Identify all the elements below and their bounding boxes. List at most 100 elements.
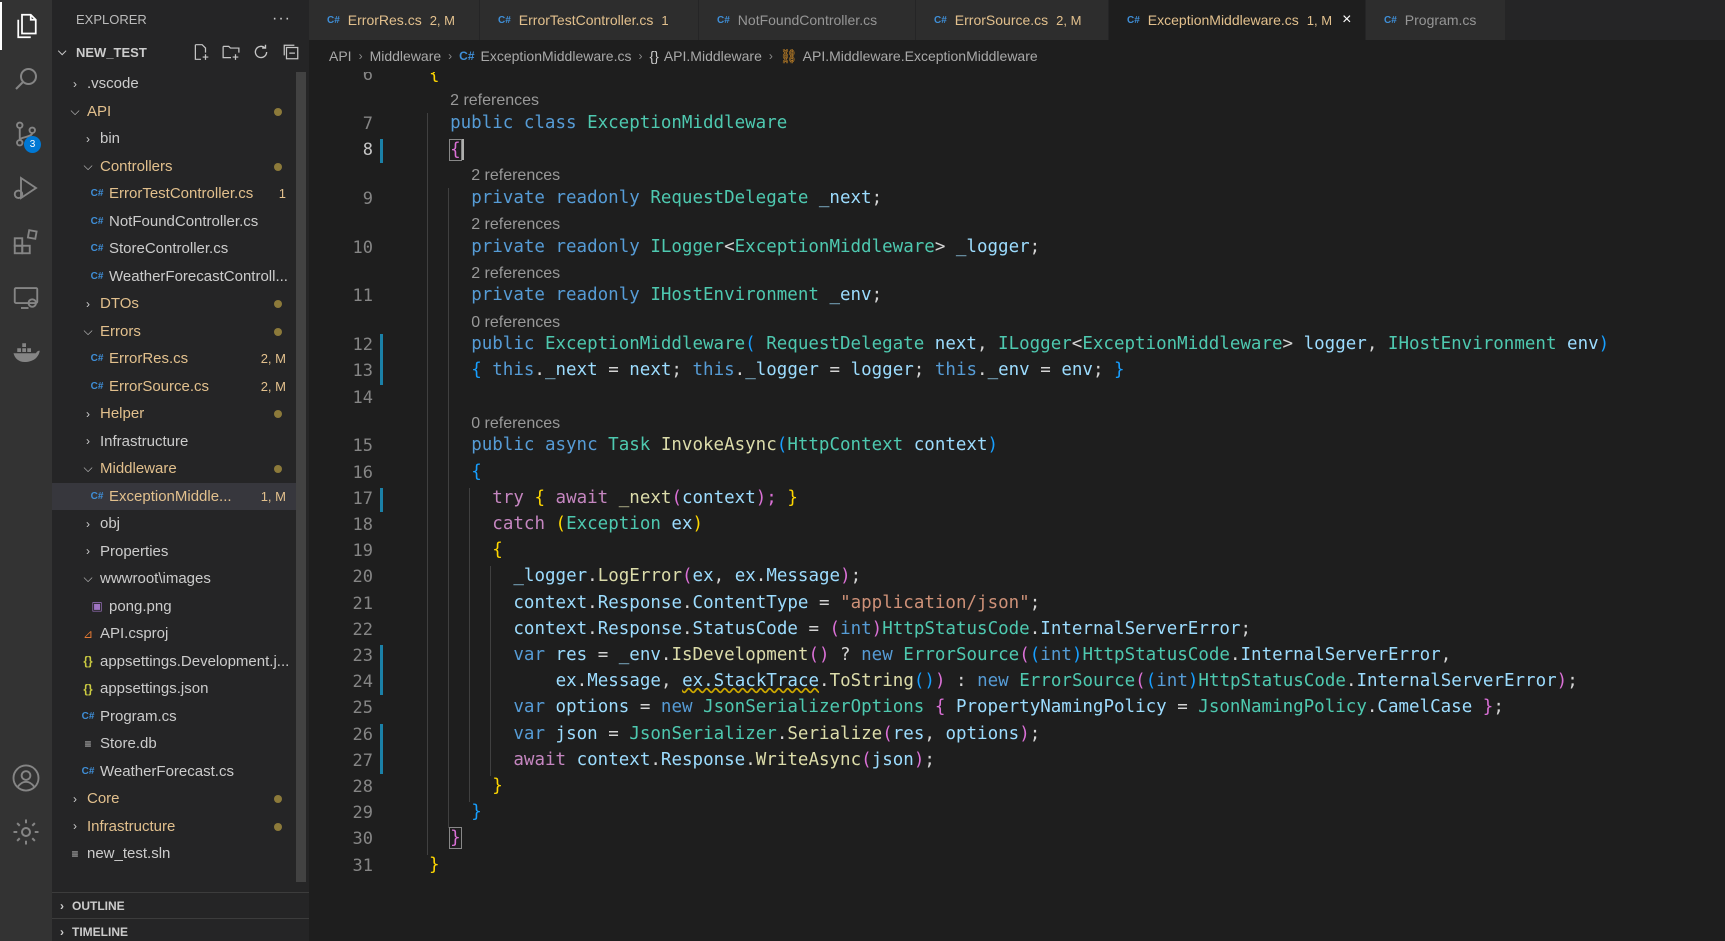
- code-line[interactable]: {: [449, 138, 464, 161]
- extensions-icon[interactable]: [0, 218, 52, 266]
- tab-label: NotFoundController.cs: [737, 12, 878, 28]
- code-line[interactable]: }: [471, 802, 482, 822]
- tab-errortestcontroller-cs[interactable]: C# ErrorTestController.cs 1: [480, 0, 699, 40]
- files-icon[interactable]: [0, 2, 52, 50]
- tab-exceptionmiddleware-cs[interactable]: C# ExceptionMiddleware.cs 1, M ×: [1109, 0, 1366, 40]
- tree-file[interactable]: C# ErrorRes.cs 2, M: [52, 345, 300, 373]
- code-line[interactable]: catch (Exception ex): [492, 514, 703, 534]
- code-line[interactable]: context.Response.StatusCode = (int)HttpS…: [513, 619, 1251, 639]
- code-line[interactable]: {: [429, 72, 440, 84]
- new-file-icon[interactable]: [191, 42, 211, 62]
- tree-folder[interactable]: ⌵ Middleware: [52, 455, 300, 483]
- timeline-panel-header[interactable]: › TIMELINE: [52, 918, 309, 941]
- tree-folder[interactable]: › Infrastructure: [52, 428, 300, 456]
- chevron-right-icon: ›: [60, 898, 64, 913]
- code-line[interactable]: context.Response.ContentType = "applicat…: [513, 593, 1040, 613]
- code-token: }: [1114, 360, 1125, 381]
- tree-file[interactable]: ⊿ API.csproj: [52, 620, 300, 648]
- tree-folder[interactable]: ⌵ Errors: [52, 318, 300, 346]
- text-cursor: [461, 139, 464, 160]
- tree-file[interactable]: C# NotFoundController.cs: [52, 208, 300, 236]
- codelens-references[interactable]: 0 references: [471, 415, 560, 433]
- gutter-modified-marker: [380, 334, 383, 385]
- tree-folder[interactable]: ⌵ API: [52, 98, 300, 126]
- collapse-all-icon[interactable]: [281, 42, 301, 62]
- tree-file[interactable]: ≡ new_test.sln: [52, 840, 300, 868]
- codelens-references[interactable]: 2 references: [450, 92, 539, 110]
- run-debug-icon[interactable]: [0, 164, 52, 212]
- tree-file[interactable]: ≡ Store.db: [52, 730, 300, 758]
- source-control-icon[interactable]: 3: [0, 110, 52, 158]
- code-line[interactable]: public class ExceptionMiddleware: [450, 113, 787, 133]
- code-line[interactable]: var res = _env.IsDevelopment() ? new Err…: [513, 645, 1451, 665]
- codelens-references[interactable]: 2 references: [471, 167, 560, 185]
- more-actions-icon[interactable]: ···: [272, 10, 291, 28]
- code-line[interactable]: { this._next = next; this._logger = logg…: [471, 360, 1124, 380]
- tree-file[interactable]: C# Program.cs: [52, 703, 300, 731]
- code-line[interactable]: private readonly RequestDelegate _next;: [471, 188, 882, 208]
- tree-file[interactable]: ▣ pong.png: [52, 593, 300, 621]
- tree-folder[interactable]: › Properties: [52, 538, 300, 566]
- code-line[interactable]: var json = JsonSerializer.Serialize(res,…: [513, 724, 1040, 744]
- code-line[interactable]: try { await _next(context); }: [492, 488, 798, 508]
- tab-program-cs[interactable]: C# Program.cs: [1366, 0, 1506, 40]
- code-line[interactable]: {: [471, 462, 482, 482]
- tab-notfoundcontroller-cs[interactable]: C# NotFoundController.cs: [699, 0, 916, 40]
- tree-folder[interactable]: › Core: [52, 785, 300, 813]
- code-line[interactable]: var options = new JsonSerializerOptions …: [513, 697, 1503, 717]
- tree-file[interactable]: C# ErrorSource.cs 2, M: [52, 373, 300, 401]
- tree-folder[interactable]: › Infrastructure: [52, 813, 300, 841]
- code-token: ex: [555, 671, 577, 692]
- code-editor[interactable]: 6 {2 references 7 public class ExceptionMid…: [309, 72, 1725, 941]
- codelens-references[interactable]: 2 references: [471, 265, 560, 283]
- tab-errorres-cs[interactable]: C# ErrorRes.cs 2, M: [309, 0, 480, 40]
- code-line[interactable]: }: [429, 855, 440, 875]
- code-line[interactable]: }: [492, 776, 503, 796]
- tree-file[interactable]: C# WeatherForecastControll...: [52, 263, 300, 291]
- new-folder-icon[interactable]: [221, 42, 241, 62]
- tree-folder[interactable]: › bin: [52, 125, 300, 153]
- codelens-references[interactable]: 0 references: [471, 314, 560, 332]
- breadcrumb-file[interactable]: ExceptionMiddleware.cs: [481, 48, 632, 64]
- code-line[interactable]: public async Task InvokeAsync(HttpContex…: [471, 435, 998, 455]
- code-line[interactable]: public ExceptionMiddleware( RequestDeleg…: [471, 334, 1609, 354]
- refresh-icon[interactable]: [251, 42, 271, 62]
- search-icon[interactable]: [0, 55, 52, 103]
- account-icon[interactable]: [0, 754, 52, 802]
- tab-errorsource-cs[interactable]: C# ErrorSource.cs 2, M: [916, 0, 1109, 40]
- code-line[interactable]: ex.Message, ex.StackTrace.ToString()) : …: [556, 671, 1578, 691]
- tree-folder[interactable]: › DTOs: [52, 290, 300, 318]
- tree-folder[interactable]: › .vscode: [52, 70, 300, 98]
- code-token: ): [871, 618, 883, 639]
- breadcrumb-class[interactable]: API.Middleware.ExceptionMiddleware: [803, 48, 1038, 64]
- code-line[interactable]: private readonly IHostEnvironment _env;: [471, 285, 882, 305]
- close-icon[interactable]: ×: [1342, 11, 1351, 29]
- tree-file[interactable]: C# ExceptionMiddle... 1, M: [52, 482, 300, 510]
- code-line[interactable]: }: [449, 827, 462, 850]
- tree-folder[interactable]: ⌵ Controllers: [52, 153, 300, 181]
- remote-explorer-icon[interactable]: [0, 274, 52, 322]
- breadcrumb-api[interactable]: API: [329, 48, 352, 64]
- project-header[interactable]: ⌵ NEW_TEST: [52, 38, 309, 66]
- tree-folder[interactable]: › obj: [52, 510, 300, 538]
- tree-folder[interactable]: › Helper: [52, 400, 300, 428]
- tree-file[interactable]: C# StoreController.cs: [52, 235, 300, 263]
- gear-icon[interactable]: [0, 808, 52, 856]
- tree-file[interactable]: C# ErrorTestController.cs 1: [52, 180, 300, 208]
- code-line[interactable]: private readonly ILogger<ExceptionMiddle…: [471, 237, 1040, 257]
- docker-icon[interactable]: [0, 328, 52, 376]
- sidebar-scrollbar[interactable]: [296, 72, 306, 882]
- tree-file[interactable]: {} appsettings.Development.j...: [52, 648, 300, 676]
- outline-panel-header[interactable]: › OUTLINE: [52, 892, 309, 918]
- code-line[interactable]: _logger.LogError(ex, ex.Message);: [513, 566, 861, 586]
- code-line[interactable]: {: [492, 540, 503, 560]
- code-token: ,: [713, 566, 735, 587]
- code-line[interactable]: await context.Response.WriteAsync(json);: [513, 750, 935, 770]
- codelens-references[interactable]: 2 references: [471, 216, 560, 234]
- tree-folder[interactable]: ⌵ wwwroot\images: [52, 565, 300, 593]
- breadcrumb-middleware[interactable]: Middleware: [370, 48, 442, 64]
- tree-file[interactable]: {} appsettings.json: [52, 675, 300, 703]
- breadcrumb-namespace[interactable]: API.Middleware: [664, 48, 762, 64]
- tree-file[interactable]: C# WeatherForecast.cs: [52, 758, 300, 786]
- explorer-header: EXPLORER ···: [52, 0, 309, 38]
